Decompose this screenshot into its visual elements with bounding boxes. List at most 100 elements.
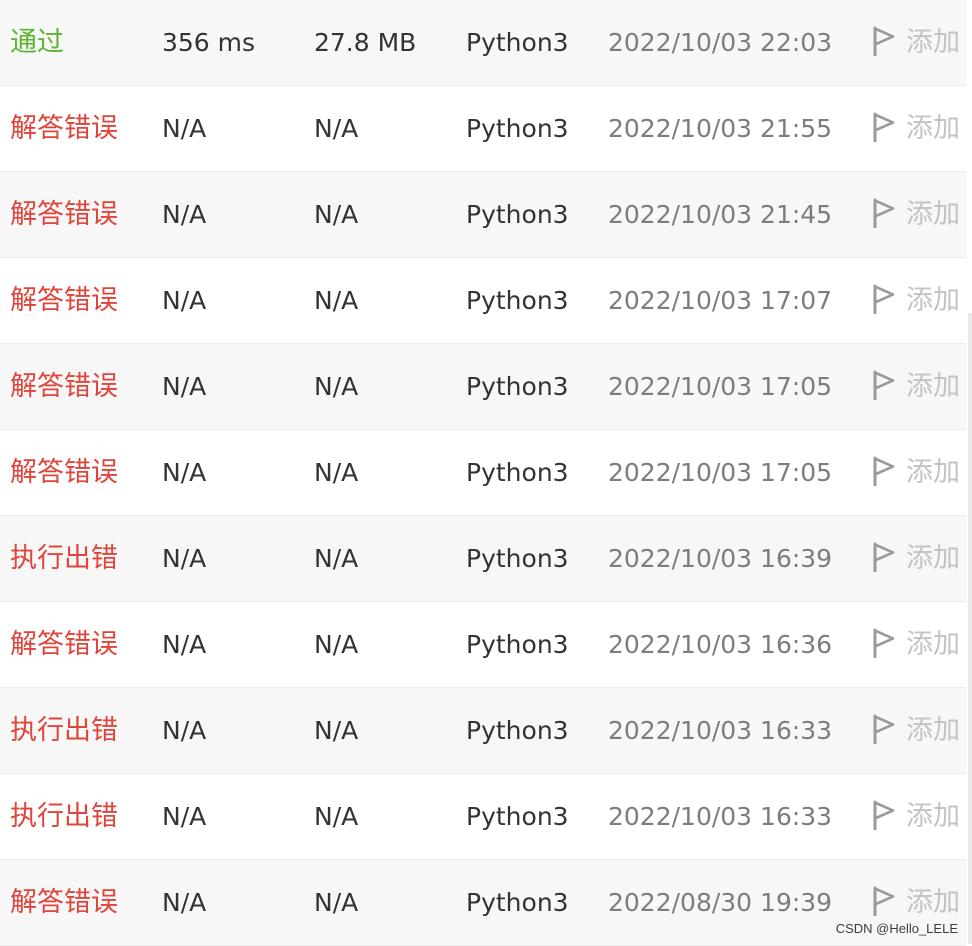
- submission-row: 解答错误 N/A N/A Python3 2022/10/03 16:36 添加: [0, 602, 966, 688]
- flag-icon: [873, 714, 895, 744]
- submission-row: 解答错误 N/A N/A Python3 2022/10/03 17:07 添加: [0, 258, 966, 344]
- submission-time: 2022/10/03 21:45: [608, 200, 833, 229]
- add-note-button[interactable]: 添加: [872, 430, 960, 515]
- add-note-button[interactable]: 添加: [872, 516, 960, 601]
- submission-memory: N/A: [314, 458, 359, 487]
- add-note-label: 添加: [906, 457, 960, 488]
- submission-memory: N/A: [314, 544, 359, 573]
- scrollbar-track[interactable]: [968, 313, 972, 944]
- submission-memory: 27.8 MB: [314, 28, 417, 57]
- submission-runtime: N/A: [162, 200, 207, 229]
- submission-memory: N/A: [314, 888, 359, 917]
- submission-runtime: N/A: [162, 544, 207, 573]
- add-note-label: 添加: [906, 801, 960, 832]
- flag-icon: [873, 456, 895, 486]
- submission-language: Python3: [466, 458, 569, 487]
- submission-status-link[interactable]: 解答错误: [10, 344, 118, 429]
- submission-language: Python3: [466, 114, 569, 143]
- submission-memory: N/A: [314, 630, 359, 659]
- submission-memory: N/A: [314, 372, 359, 401]
- submission-language: Python3: [466, 200, 569, 229]
- add-note-label: 添加: [906, 887, 960, 918]
- flag-icon: [873, 370, 895, 400]
- submission-memory: N/A: [314, 716, 359, 745]
- flag-icon: [873, 284, 895, 314]
- add-note-button[interactable]: 添加: [872, 688, 960, 773]
- add-note-button[interactable]: 添加: [872, 86, 960, 171]
- submission-row: 执行出错 N/A N/A Python3 2022/10/03 16:39 添加: [0, 516, 966, 602]
- submission-memory: N/A: [314, 200, 359, 229]
- flag-icon: [873, 198, 895, 228]
- submission-language: Python3: [466, 888, 569, 917]
- submission-runtime: N/A: [162, 888, 207, 917]
- flag-icon: [873, 542, 895, 572]
- add-note-button[interactable]: 添加: [872, 602, 960, 687]
- add-note-button[interactable]: 添加: [872, 258, 960, 343]
- flag-icon: [873, 26, 895, 56]
- submission-language: Python3: [466, 544, 569, 573]
- flag-icon: [873, 886, 895, 916]
- submission-time: 2022/10/03 17:05: [608, 458, 833, 487]
- submission-status-link[interactable]: 执行出错: [10, 516, 118, 601]
- submission-status-link[interactable]: 执行出错: [10, 774, 118, 859]
- add-note-label: 添加: [906, 629, 960, 660]
- submission-runtime: N/A: [162, 286, 207, 315]
- submission-status-link[interactable]: 执行出错: [10, 688, 118, 773]
- submission-time: 2022/10/03 21:55: [608, 114, 833, 143]
- add-note-label: 添加: [906, 285, 960, 316]
- submission-status-link[interactable]: 解答错误: [10, 602, 118, 687]
- submission-time: 2022/10/03 16:33: [608, 802, 833, 831]
- submission-language: Python3: [466, 802, 569, 831]
- submission-memory: N/A: [314, 114, 359, 143]
- submission-time: 2022/10/03 17:07: [608, 286, 833, 315]
- submission-time: 2022/10/03 16:36: [608, 630, 833, 659]
- add-note-label: 添加: [906, 371, 960, 402]
- submission-row: 执行出错 N/A N/A Python3 2022/10/03 16:33 添加: [0, 774, 966, 860]
- submission-runtime: N/A: [162, 114, 207, 143]
- add-note-label: 添加: [906, 715, 960, 746]
- flag-icon: [873, 800, 895, 830]
- submission-time: 2022/10/03 16:39: [608, 544, 833, 573]
- submission-language: Python3: [466, 372, 569, 401]
- submission-status-link[interactable]: 解答错误: [10, 430, 118, 515]
- submission-status-link[interactable]: 解答错误: [10, 860, 118, 945]
- submission-language: Python3: [466, 630, 569, 659]
- add-note-label: 添加: [906, 199, 960, 230]
- add-note-button[interactable]: 添加: [872, 0, 960, 85]
- submission-row: 解答错误 N/A N/A Python3 2022/08/30 19:39 添加: [0, 860, 966, 946]
- submission-row: 解答错误 N/A N/A Python3 2022/10/03 21:45 添加: [0, 172, 966, 258]
- submission-time: 2022/10/03 16:33: [608, 716, 833, 745]
- submission-language: Python3: [466, 28, 569, 57]
- submission-language: Python3: [466, 286, 569, 315]
- submission-row: 解答错误 N/A N/A Python3 2022/10/03 17:05 添加: [0, 430, 966, 516]
- submission-runtime: N/A: [162, 716, 207, 745]
- submission-row: 通过 356 ms 27.8 MB Python3 2022/10/03 22:…: [0, 0, 966, 86]
- submission-time: 2022/10/03 17:05: [608, 372, 833, 401]
- submission-runtime: N/A: [162, 458, 207, 487]
- submission-time: 2022/10/03 22:03: [608, 28, 833, 57]
- submission-runtime: N/A: [162, 630, 207, 659]
- submission-row: 解答错误 N/A N/A Python3 2022/10/03 21:55 添加: [0, 86, 966, 172]
- add-note-button[interactable]: 添加: [872, 774, 960, 859]
- flag-icon: [873, 628, 895, 658]
- add-note-button[interactable]: 添加: [872, 172, 960, 257]
- submission-status-link[interactable]: 通过: [10, 0, 64, 85]
- submission-memory: N/A: [314, 286, 359, 315]
- submission-status-link[interactable]: 解答错误: [10, 258, 118, 343]
- submission-status-link[interactable]: 解答错误: [10, 86, 118, 171]
- submission-memory: N/A: [314, 802, 359, 831]
- add-note-label: 添加: [906, 113, 960, 144]
- submission-row: 执行出错 N/A N/A Python3 2022/10/03 16:33 添加: [0, 688, 966, 774]
- submission-status-link[interactable]: 解答错误: [10, 172, 118, 257]
- submission-runtime: 356 ms: [162, 28, 256, 57]
- submission-list: 通过 356 ms 27.8 MB Python3 2022/10/03 22:…: [0, 0, 966, 946]
- flag-icon: [873, 112, 895, 142]
- submission-runtime: N/A: [162, 802, 207, 831]
- add-note-label: 添加: [906, 543, 960, 574]
- add-note-label: 添加: [906, 27, 960, 58]
- submission-time: 2022/08/30 19:39: [608, 888, 833, 917]
- submission-row: 解答错误 N/A N/A Python3 2022/10/03 17:05 添加: [0, 344, 966, 430]
- watermark: CSDN @Hello_LELE: [835, 921, 958, 936]
- submission-runtime: N/A: [162, 372, 207, 401]
- add-note-button[interactable]: 添加: [872, 344, 960, 429]
